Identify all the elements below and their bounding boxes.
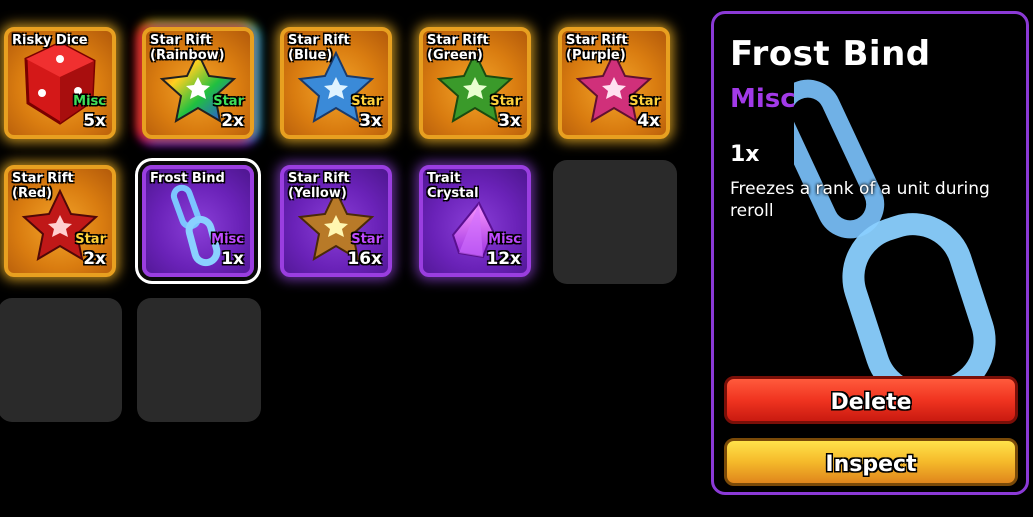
- item-count: 3x: [359, 111, 382, 131]
- detail-description: Freezes a rank of a unit during reroll: [730, 179, 990, 221]
- inspect-button[interactable]: Inspect: [724, 438, 1018, 486]
- item-name: Frost Bind: [150, 171, 225, 186]
- item-slot-risky-dice[interactable]: Risky Dice Misc 5x: [4, 27, 116, 139]
- item-rarity: Misc: [488, 232, 521, 247]
- detail-title: Frost Bind: [730, 34, 931, 74]
- delete-button[interactable]: Delete: [724, 376, 1018, 424]
- item-count: 4x: [637, 111, 660, 131]
- item-count: 3x: [498, 111, 521, 131]
- item-rarity: Star: [213, 94, 244, 109]
- item-name: Star Rift (Red): [12, 171, 74, 201]
- item-rarity: Star: [490, 94, 521, 109]
- item-count: 12x: [486, 249, 521, 269]
- item-slot-star-rift-rainbow[interactable]: Star Rift (Rainbow) Star 2x: [142, 27, 254, 139]
- item-name: Star Rift (Rainbow): [150, 33, 225, 63]
- item-slot-star-rift-blue[interactable]: Star Rift (Blue) Star 3x: [280, 27, 392, 139]
- item-slot-star-rift-red[interactable]: Star Rift (Red) Star 2x: [4, 165, 116, 277]
- empty-slot[interactable]: [137, 298, 261, 422]
- empty-slot[interactable]: [553, 160, 677, 284]
- item-rarity: Star: [351, 232, 382, 247]
- empty-slot[interactable]: [0, 298, 122, 422]
- item-name: Star Rift (Green): [427, 33, 489, 63]
- item-name: Risky Dice: [12, 33, 88, 48]
- item-detail-panel: Frost Bind Misc 1x Freezes a rank of a u…: [711, 11, 1029, 495]
- item-rarity: Star: [351, 94, 382, 109]
- item-count: 1x: [221, 249, 244, 269]
- item-slot-star-rift-yellow[interactable]: Star Rift (Yellow) Star 16x: [280, 165, 392, 277]
- item-count: 16x: [347, 249, 382, 269]
- item-rarity: Star: [75, 232, 106, 247]
- item-slot-trait-crystal[interactable]: Trait Crystal Misc 12x: [419, 165, 531, 277]
- item-name: Star Rift (Purple): [566, 33, 628, 63]
- item-rarity: Misc: [211, 232, 244, 247]
- ice-chain-icon: [794, 79, 996, 394]
- item-name: Star Rift (Yellow): [288, 171, 350, 201]
- item-rarity: Star: [629, 94, 660, 109]
- item-slot-star-rift-purple[interactable]: Star Rift (Purple) Star 4x: [558, 27, 670, 139]
- item-slot-frost-bind[interactable]: Frost Bind Misc 1x: [142, 165, 254, 277]
- item-count: 2x: [83, 249, 106, 269]
- item-name: Trait Crystal: [427, 171, 479, 201]
- item-slot-star-rift-green[interactable]: Star Rift (Green) Star 3x: [419, 27, 531, 139]
- item-rarity: Misc: [73, 94, 106, 109]
- detail-rarity: Misc: [730, 84, 796, 114]
- item-name: Star Rift (Blue): [288, 33, 350, 63]
- item-count: 5x: [83, 111, 106, 131]
- detail-quantity: 1x: [730, 142, 760, 167]
- item-count: 2x: [221, 111, 244, 131]
